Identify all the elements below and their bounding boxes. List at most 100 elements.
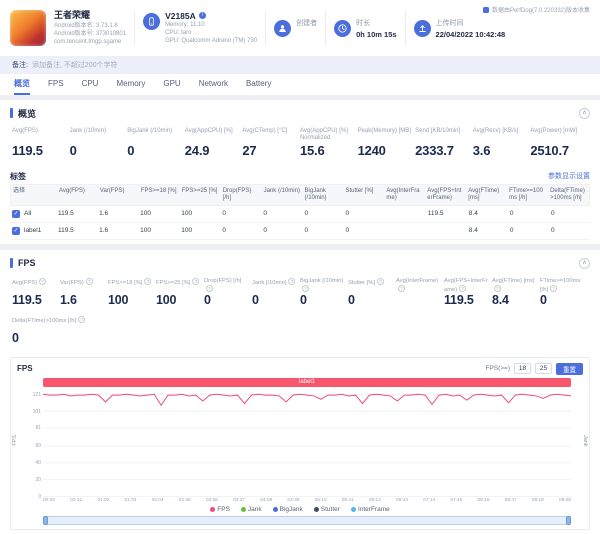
- stat-avg-appcpu: Avg(AppCPU) [%] 24.9: [185, 128, 243, 158]
- table-cell: 0: [509, 210, 514, 218]
- accent-bar: [10, 108, 13, 118]
- tab-cpu[interactable]: CPU: [82, 74, 99, 95]
- tab-network[interactable]: Network: [199, 74, 228, 95]
- row-label: label1: [24, 227, 42, 235]
- stat-fps-25: FPS>=25 [%]? 100: [156, 278, 204, 307]
- table-cell: 0: [304, 210, 309, 218]
- app-icon: [10, 10, 46, 46]
- legend-stutter[interactable]: Stutter: [313, 506, 340, 513]
- table-cell: 100: [181, 210, 193, 218]
- collapse-overview-icon[interactable]: ∧: [579, 107, 590, 119]
- table-cell: [385, 212, 426, 216]
- stat-value: 100: [108, 293, 129, 308]
- tab-gpu[interactable]: GPU: [163, 74, 180, 95]
- collapse-fps-icon[interactable]: ∧: [579, 257, 590, 269]
- note-prefix: 备注:: [12, 62, 28, 69]
- stat-label: Stutter [%]?: [348, 278, 393, 292]
- stat-label: Drop(FPS) [/h]?: [204, 278, 242, 293]
- legend-jank[interactable]: Jank: [240, 506, 262, 513]
- chart-legend: FPS Jank BigJank Stutter InterFrame: [17, 506, 583, 513]
- label-banner[interactable]: label1: [43, 378, 571, 388]
- x-tick: 07:45: [450, 498, 463, 503]
- info-icon[interactable]: ?: [377, 278, 385, 286]
- app-info: 王者荣耀 Android版本名: 3.73.1.8 Android版本号: 37…: [54, 9, 126, 47]
- range-handle-right-icon[interactable]: [566, 516, 571, 525]
- stat-value: 0: [348, 293, 355, 308]
- info-icon[interactable]: ?: [144, 278, 152, 286]
- info-icon[interactable]: ?: [85, 278, 93, 286]
- param-settings-link[interactable]: 参数显示设置: [548, 171, 590, 181]
- table-cell: [426, 229, 467, 233]
- stat-avg-fps-interframe: Avg(FPS+InterFrame)? 119.5: [444, 278, 492, 307]
- stat-label: Avg(Recv) [KB/s]: [472, 128, 519, 134]
- fps-threshold-input-1[interactable]: [514, 363, 531, 375]
- tab-fps[interactable]: FPS: [48, 74, 64, 95]
- stat-value: 0: [540, 293, 547, 308]
- note-bar[interactable]: 备注: 添加备注, 不超过200个字符: [0, 56, 600, 74]
- creator-label: 创建者: [296, 20, 318, 27]
- device-info-badge-icon[interactable]: i: [198, 12, 206, 20]
- chart-toolbar: FPS FPS(>=) 重置: [17, 361, 583, 376]
- app-package: com.tencent.tmgp.sgame: [54, 39, 122, 46]
- collector-text: 数据由PerfDog(7.0.220332)版本收集: [491, 8, 590, 14]
- overview-header: 概览 ∧: [10, 105, 590, 121]
- tab-battery[interactable]: Battery: [246, 74, 271, 95]
- legend-fps[interactable]: FPS: [210, 506, 230, 513]
- stat-label: Avg(AppCPU) [%] Normalized: [299, 128, 348, 142]
- creator-value: [296, 30, 317, 38]
- tab-memory[interactable]: Memory: [116, 74, 145, 95]
- fps-stats-row-2: Delta(FTime)>100ms [/h]? 0: [10, 316, 590, 354]
- info-icon[interactable]: ?: [459, 285, 467, 293]
- row-checkbox[interactable]: ✓: [12, 227, 20, 236]
- table-cell: 119.5: [58, 227, 74, 235]
- info-icon[interactable]: ?: [398, 285, 405, 293]
- info-icon[interactable]: ?: [550, 285, 558, 293]
- fps-line-chart[interactable]: 121 101 81 60 40 20 0: [33, 390, 571, 500]
- labels-table-header: 标签 参数显示设置: [10, 168, 590, 184]
- info-icon[interactable]: ?: [192, 278, 200, 286]
- device-cpu: CPU: taro: [165, 29, 192, 36]
- fps-threshold-label: FPS(>=): [485, 365, 510, 373]
- table-cell: 100: [140, 210, 152, 218]
- info-icon[interactable]: ?: [494, 285, 501, 293]
- x-tick: 02:04: [151, 498, 164, 503]
- collector-info: 数据由PerfDog(7.0.220332)版本收集: [482, 5, 590, 14]
- stat-peak-memory-mb: Peak(Memory) [MB] 1240: [358, 128, 416, 158]
- upload-time-group: 上传时间 22/04/2022 10:42:48: [413, 18, 505, 39]
- stat-label: FPS>=18 [%]?: [108, 278, 153, 292]
- table-cell: 0: [509, 227, 514, 235]
- row-checkbox[interactable]: ✓: [12, 210, 20, 219]
- info-icon[interactable]: ?: [302, 285, 309, 293]
- table-cell: 1.6: [99, 210, 109, 218]
- info-icon[interactable]: ?: [206, 285, 213, 293]
- divider: [265, 11, 267, 45]
- divider: [325, 11, 327, 45]
- x-tick: 08:47: [504, 498, 517, 503]
- label-banner-text: label1: [298, 379, 316, 386]
- chart-range-slider[interactable]: [43, 516, 571, 525]
- legend-bigjank[interactable]: BigJank: [272, 506, 303, 513]
- legend-interframe[interactable]: InterFrame: [350, 506, 390, 513]
- info-icon[interactable]: ?: [288, 278, 296, 286]
- stat-label: Avg(FPS)?: [12, 278, 57, 292]
- stat-value: 0: [127, 143, 135, 158]
- table-cell: 0: [263, 227, 268, 235]
- range-handle-left-icon[interactable]: [43, 516, 48, 525]
- info-icon[interactable]: ?: [78, 316, 86, 324]
- stat-ftime-100ms-h: FTime>=100ms [/h]? 0: [540, 278, 588, 307]
- table-row-all: ✓ All 119.5 1.6 100 100 0 0 0 0 119.5 8.4 0 0: [10, 206, 590, 224]
- stat-value: 27: [242, 143, 257, 158]
- stat-send-kb-10min: Send [KB/10min] 2333.7: [415, 128, 473, 158]
- legend-dot-icon: [350, 507, 356, 512]
- table-cell: 0: [222, 210, 226, 218]
- legend-dot-icon: [210, 507, 216, 512]
- table-cell: 0: [263, 210, 268, 218]
- info-icon[interactable]: ?: [39, 278, 47, 286]
- fps-threshold-input-2[interactable]: [535, 363, 552, 375]
- x-tick: 01:33: [124, 498, 137, 503]
- column-header-jank-10min: Jank (/10min): [263, 188, 300, 194]
- legend-dot-icon: [240, 507, 246, 512]
- reset-button[interactable]: 重置: [556, 362, 583, 375]
- clock-icon: [334, 19, 352, 37]
- tab-item-0[interactable]: 概览: [14, 74, 30, 95]
